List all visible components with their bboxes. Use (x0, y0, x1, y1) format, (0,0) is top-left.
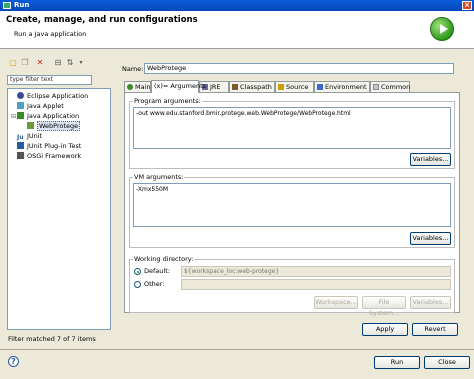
help-icon[interactable]: ? (8, 356, 19, 367)
name-label: Name: (122, 65, 144, 73)
arguments-panel: Program arguments: -out www.edu.stanford… (124, 92, 460, 317)
apply-button[interactable]: Apply (362, 323, 408, 336)
vm-arguments-label: VM arguments: (133, 173, 185, 181)
working-directory-label: Working directory: (133, 255, 195, 263)
tab-common[interactable]: Common (370, 81, 410, 92)
vm-arguments-input[interactable]: -Xmx550M (133, 183, 451, 227)
tab-classpath[interactable]: Classpath (229, 81, 275, 92)
other-label: Other: (144, 280, 165, 288)
filter-input[interactable]: type filter text (7, 75, 92, 85)
tree-item-webprotege[interactable]: WebProtege (27, 121, 81, 131)
program-arguments-label: Program arguments: (133, 97, 202, 105)
junit-plugin-icon (17, 142, 24, 149)
run-banner-icon (430, 17, 454, 41)
environment-tab-icon (317, 84, 323, 90)
java-config-icon (27, 122, 34, 129)
other-radio[interactable] (134, 281, 141, 288)
duplicate-icon[interactable]: ❐ (20, 58, 30, 68)
tree-item-java-applet[interactable]: Java Applet (11, 102, 64, 111)
window-title: Run (14, 1, 30, 9)
dropdown-arrow-icon[interactable]: ▾ (76, 58, 86, 68)
banner-subtitle: Run a Java application (14, 30, 87, 38)
window-icon (3, 2, 11, 9)
classpath-tab-icon (232, 84, 238, 90)
junit-icon: Ju (17, 134, 24, 141)
dir-variables-button[interactable]: Variables... (410, 296, 451, 309)
program-arguments-input[interactable]: -out www.edu.stanford.bmir.protege.web.W… (133, 107, 451, 149)
delete-icon[interactable]: ✕ (35, 58, 45, 68)
tab-arguments[interactable]: (x)= Arguments (151, 80, 206, 93)
default-dir-input: ${workspace_loc:web-protege} (181, 266, 451, 277)
tab-main[interactable]: Main (124, 81, 151, 92)
eclipse-app-icon (17, 92, 24, 99)
tab-environment[interactable]: Environment (314, 81, 370, 92)
config-tree[interactable]: Eclipse Application Java Applet ⊟ Java Ap… (7, 88, 111, 330)
java-application-icon (17, 112, 24, 119)
run-button[interactable]: Run (374, 356, 420, 369)
config-name-input[interactable]: WebProtege (144, 63, 454, 74)
working-directory-group: Working directory: Default: ${workspace_… (129, 255, 455, 317)
workspace-button[interactable]: Workspace... (314, 296, 358, 309)
footer-separator (0, 349, 474, 350)
tree-item-java-application[interactable]: ⊟ Java Application (11, 112, 79, 121)
source-tab-icon (278, 84, 284, 90)
revert-button[interactable]: Revert (412, 323, 458, 336)
window-titlebar: Run × (0, 0, 474, 11)
vm-variables-button[interactable]: Variables... (410, 232, 451, 245)
close-window-button[interactable]: × (462, 1, 472, 10)
main-tab-icon (127, 84, 133, 90)
filter-status: Filter matched 7 of 7 items (8, 335, 96, 343)
common-tab-icon (373, 84, 379, 90)
tree-item-eclipse-application[interactable]: Eclipse Application (11, 92, 88, 101)
java-applet-icon (17, 102, 24, 109)
new-config-icon[interactable]: ▢ (8, 58, 18, 68)
banner-heading: Create, manage, and run configurations (6, 15, 198, 25)
tab-source[interactable]: Source (275, 81, 314, 92)
default-label: Default: (144, 267, 170, 275)
tree-item-junit-plugin-test[interactable]: JUnit Plug-in Test (11, 142, 81, 151)
file-system-button[interactable]: File System... (362, 296, 406, 317)
tree-item-junit[interactable]: Ju JUnit (11, 132, 42, 141)
collapse-all-icon[interactable]: ⊟ (53, 58, 63, 68)
default-radio[interactable] (134, 268, 141, 275)
close-button[interactable]: Close (424, 356, 470, 369)
program-arguments-group: Program arguments: -out www.edu.stanford… (129, 97, 455, 169)
osgi-icon (17, 152, 24, 159)
other-dir-input (181, 279, 451, 290)
tree-item-osgi-framework[interactable]: OSGi Framework (11, 152, 81, 161)
filter-icon[interactable]: ⇅ (65, 58, 75, 68)
vm-arguments-group: VM arguments: -Xmx550M Variables... (129, 173, 455, 248)
program-variables-button[interactable]: Variables... (410, 153, 451, 166)
dialog-banner: Create, manage, and run configurations R… (0, 11, 474, 49)
